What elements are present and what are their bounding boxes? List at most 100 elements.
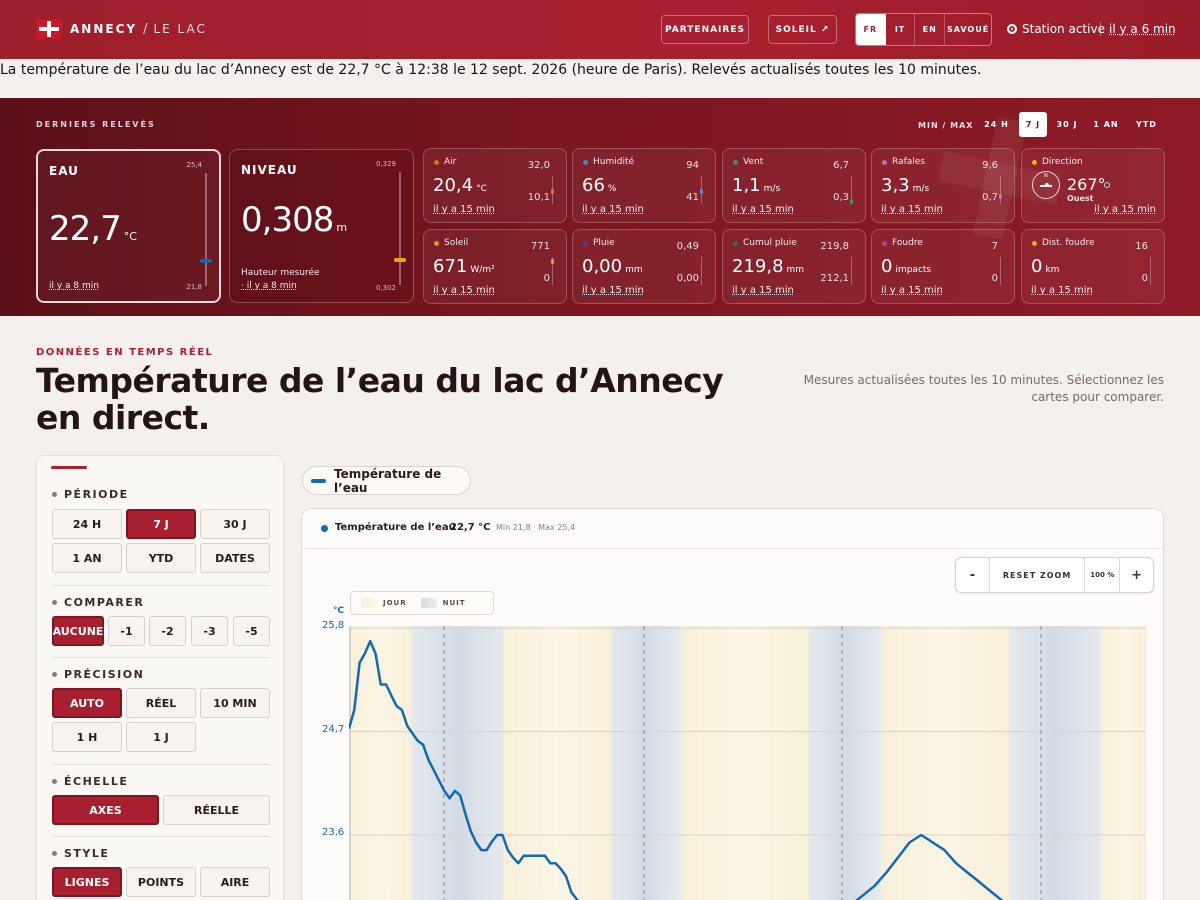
card-unit: % <box>607 184 617 194</box>
reset-zoom-button[interactable]: RESET ZOOM <box>988 558 1085 592</box>
card-niveau[interactable]: NIVEAU 0,308 m Hauteur mesurée · il y a 8 … <box>229 149 414 303</box>
night-band <box>1009 626 1101 900</box>
echelle-axes[interactable]: AXES <box>52 795 159 825</box>
range-24h[interactable]: 24 H <box>979 112 1014 137</box>
card-niveau-number: 0,308 <box>241 200 334 240</box>
direction-ring-icon <box>1104 182 1110 188</box>
card-niveau-level-marker <box>394 258 406 263</box>
card-eau-min: 21,8 <box>186 283 202 291</box>
lang-it[interactable]: IT <box>886 14 916 45</box>
day-band <box>503 626 611 900</box>
lang-savoue[interactable]: SAVOUÉ <box>945 14 991 45</box>
card-unit: m/s <box>763 184 781 194</box>
style-points[interactable]: POINTS <box>126 867 196 897</box>
card-number: 671 <box>433 256 468 277</box>
precision-10min[interactable]: 10 MIN <box>200 688 270 718</box>
card-humidit-[interactable]: Humidité 66% il y a 15 min 94 41 <box>572 148 716 223</box>
card-niveau-value: 0,308 m <box>241 200 347 240</box>
brand-separator: / <box>143 21 148 37</box>
card-air[interactable]: Air 20,4 °C il y a 15 min 32,0 10,1 <box>423 148 567 223</box>
language-switcher: FR IT EN SAVOUÉ <box>855 13 992 46</box>
card-range-bar <box>1000 257 1001 285</box>
style-aire[interactable]: AIRE <box>200 867 270 897</box>
range-30j[interactable]: 30 J <box>1051 112 1083 137</box>
periode-7j[interactable]: 7 J <box>126 509 196 539</box>
card-unit: mm <box>625 265 643 275</box>
range-1an[interactable]: 1 AN <box>1087 112 1125 137</box>
section-eyebrow: DONNÉES EN TEMPS RÉEL <box>36 347 214 358</box>
legend-night-label: NUIT <box>442 599 466 607</box>
station-time: il y a 6 min <box>1100 22 1176 36</box>
card-cumul-pluie[interactable]: Cumul pluie 219,8 mm il y a 15 min 219,8 212,… <box>722 229 866 304</box>
echelle-reelle[interactable]: RÉELLE <box>163 795 270 825</box>
card-time: il y a 15 min <box>433 285 495 296</box>
brand-name: ANNECY <box>70 22 138 36</box>
precision-auto[interactable]: AUTO <box>52 688 122 718</box>
card-foudre[interactable]: Foudre 0 impacts il y a 15 min 7 0 <box>871 229 1015 304</box>
card-label: Vent <box>733 157 763 167</box>
comparer-aucune[interactable]: AUCUNE <box>52 616 104 646</box>
chart-current-value: 22,7 °C <box>450 522 491 533</box>
soleil-button[interactable]: SOLEIL ↗ <box>768 15 837 44</box>
card-vent[interactable]: Vent 1,1 m/s il y a 15 min 6,7 0,3 <box>722 148 866 223</box>
card-value: 219,8 mm <box>732 256 804 277</box>
card-label: Soleil <box>434 238 468 248</box>
range-7j[interactable]: 7 J <box>1019 112 1047 137</box>
y-axis-unit: °C <box>333 606 345 616</box>
precision-1h[interactable]: 1 H <box>52 722 122 752</box>
periode-24h[interactable]: 24 H <box>52 509 122 539</box>
card-number: 0 <box>881 256 893 277</box>
card-min: 0,00 <box>676 273 699 284</box>
card-soleil[interactable]: Soleil 671 W/m² il y a 15 min 771 0 <box>423 229 567 304</box>
precision-1j[interactable]: 1 J <box>126 722 196 752</box>
card-value: 3,3 m/s <box>881 175 929 196</box>
chart-controls: PÉRIODE 24 H 7 J 30 J 1 AN YTD DATES COM… <box>36 455 284 900</box>
card-niveau-max: 0,329 <box>375 160 396 168</box>
comparer-5[interactable]: -5 <box>233 616 270 646</box>
range-ytd[interactable]: YTD <box>1129 112 1164 137</box>
precision-reel[interactable]: RÉEL <box>126 688 196 718</box>
card-time: il y a 15 min <box>582 204 644 215</box>
temperature-chart[interactable] <box>349 626 1146 900</box>
card-value: 66% <box>582 175 616 196</box>
card-rafales[interactable]: Rafales 3,3 m/s il y a 15 min 9,6 0,7 <box>871 148 1015 223</box>
card-unit: mm <box>786 265 805 275</box>
card-number: 3,3 <box>881 175 910 196</box>
card-pluie[interactable]: Pluie 0,00 mm il y a 15 min 0,49 0,00 <box>572 229 716 304</box>
lang-fr[interactable]: FR <box>856 14 886 45</box>
card-label-text: Rafales <box>892 157 925 167</box>
card-eau[interactable]: EAU 22,7 °C il y a 8 min 25,4 21,8 <box>36 149 221 303</box>
card-value: 0 km <box>1031 256 1059 277</box>
card-min: 0 <box>991 273 998 284</box>
card-label-text: Dist. foudre <box>1042 238 1095 248</box>
card-dist-foudre[interactable]: Dist. foudre 0 km il y a 15 min 16 0 <box>1021 229 1165 304</box>
card-label-text: Air <box>444 157 457 167</box>
card-label-text: Pluie <box>593 238 615 248</box>
card-unit: km <box>1045 265 1060 275</box>
zoom-out-button[interactable]: - <box>956 558 989 592</box>
comparer-1[interactable]: -1 <box>108 616 145 646</box>
series-pill[interactable]: Température de l’eau <box>302 466 471 495</box>
comparer-3[interactable]: -3 <box>191 616 228 646</box>
card-unit: W/m² <box>470 265 495 275</box>
comparer-2[interactable]: -2 <box>149 616 186 646</box>
periode-ytd[interactable]: YTD <box>126 543 196 573</box>
partenaires-button[interactable]: PARTENAIRES <box>661 15 749 44</box>
series-dot-icon <box>321 525 328 532</box>
style-lignes[interactable]: LIGNES <box>52 867 122 897</box>
card-direction-time: il y a 15 min <box>1094 204 1156 215</box>
compass-center <box>1045 183 1049 187</box>
lang-en[interactable]: EN <box>915 14 946 45</box>
zoom-in-button[interactable]: + <box>1120 558 1153 592</box>
periode-1an[interactable]: 1 AN <box>52 543 122 573</box>
periode-dates[interactable]: DATES <box>200 543 270 573</box>
card-label: Air <box>434 157 456 167</box>
periode-30j[interactable]: 30 J <box>200 509 270 539</box>
card-unit: °C <box>476 184 487 194</box>
card-direction[interactable]: Direction N 267° Ouest il y a 15 min <box>1021 148 1165 223</box>
day-band <box>681 626 809 900</box>
card-dot-icon <box>733 159 738 165</box>
card-niveau-range-bar <box>399 172 401 285</box>
brand[interactable]: ANNECY / LE LAC <box>36 19 207 39</box>
card-range-bar <box>1000 176 1001 204</box>
